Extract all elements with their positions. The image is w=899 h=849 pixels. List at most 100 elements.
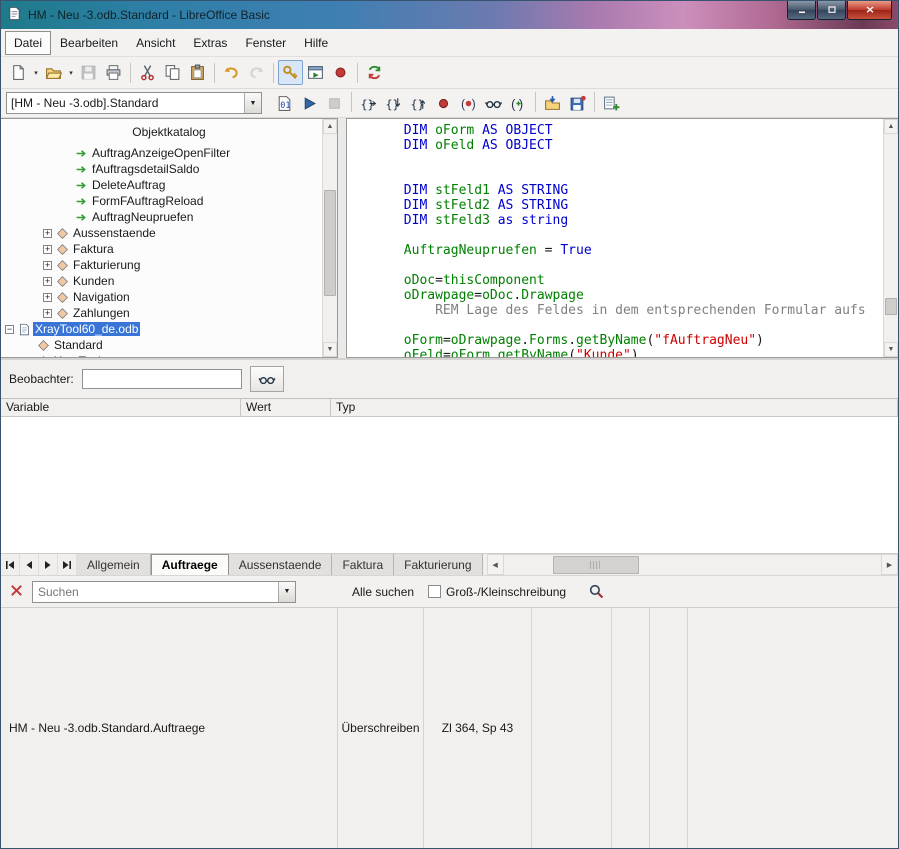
panel-splitter[interactable] bbox=[338, 118, 346, 358]
code-line[interactable]: DIM stFeld2 AS STRING bbox=[349, 198, 883, 213]
tree-label[interactable]: Faktura bbox=[71, 242, 116, 256]
tree-label[interactable]: XrayTool bbox=[52, 354, 103, 357]
column-header-wert[interactable]: Wert bbox=[241, 399, 331, 416]
tab-auftraege[interactable]: Auftraege bbox=[151, 554, 229, 575]
open-icon[interactable] bbox=[41, 60, 66, 85]
find-parentheses-icon[interactable]: ( ) bbox=[506, 91, 531, 116]
undo-icon[interactable] bbox=[219, 60, 244, 85]
search-input[interactable]: Suchen ▼ bbox=[32, 581, 296, 603]
library-selector[interactable]: [HM - Neu -3.odb].Standard ▼ bbox=[6, 92, 262, 114]
expand-icon[interactable]: + bbox=[43, 277, 52, 286]
import-source-icon[interactable] bbox=[540, 91, 565, 116]
watch-icon[interactable] bbox=[481, 91, 506, 116]
scroll-track[interactable] bbox=[323, 134, 337, 342]
menu-hilfe[interactable]: Hilfe bbox=[295, 31, 337, 55]
scroll-down-icon[interactable]: ▼ bbox=[323, 342, 337, 357]
dropdown-arrow-icon[interactable]: ▼ bbox=[278, 582, 295, 602]
code-line[interactable]: DIM oForm AS OBJECT bbox=[349, 123, 883, 138]
tree-item-FormFAuftragReload[interactable]: FormFAuftragReload bbox=[3, 193, 321, 209]
tab-aussenstaende[interactable]: Aussenstaende bbox=[229, 554, 333, 575]
tree-item-Faktura[interactable]: + Faktura bbox=[3, 241, 321, 257]
code-line[interactable]: oForm=oDrawpage.Forms.getByName("fAuftra… bbox=[349, 333, 883, 348]
stop-icon[interactable] bbox=[322, 91, 347, 116]
save-icon[interactable] bbox=[76, 60, 101, 85]
expand-icon[interactable]: + bbox=[43, 261, 52, 270]
code-line[interactable] bbox=[349, 318, 883, 333]
reload-icon[interactable] bbox=[362, 60, 387, 85]
scroll-track[interactable] bbox=[504, 554, 881, 575]
menu-extras[interactable]: Extras bbox=[184, 31, 236, 55]
scroll-thumb[interactable] bbox=[553, 556, 640, 574]
tree-item-Navigation[interactable]: +Navigation bbox=[3, 289, 321, 305]
find-replace-icon[interactable] bbox=[588, 583, 605, 600]
dropdown-arrow-icon[interactable]: ▾ bbox=[31, 69, 41, 77]
tree-item-Aussenstaende[interactable]: +Aussenstaende bbox=[3, 225, 321, 241]
redo-icon[interactable] bbox=[244, 60, 269, 85]
collapse-icon[interactable]: − bbox=[5, 325, 14, 334]
tree-item-AuftragAnzeigeOpenFilter[interactable]: AuftragAnzeigeOpenFilter bbox=[3, 145, 321, 161]
next-tab-button[interactable] bbox=[39, 554, 58, 575]
tab-faktura[interactable]: Faktura bbox=[332, 554, 394, 575]
single-step-icon[interactable]: {} bbox=[381, 91, 406, 116]
editor-scrollbar[interactable]: ▲ ▼ bbox=[883, 119, 898, 357]
tree-label[interactable]: FormFAuftragReload bbox=[90, 194, 205, 208]
code-line[interactable]: oFeld=oForm.getByName("Kunde") bbox=[349, 348, 883, 357]
insert-module-icon[interactable] bbox=[599, 91, 624, 116]
tree-label[interactable]: Zahlungen bbox=[71, 306, 132, 320]
dropdown-arrow-icon[interactable]: ▾ bbox=[66, 69, 76, 77]
scroll-up-icon[interactable]: ▲ bbox=[323, 119, 337, 134]
tree-item-Zahlungen[interactable]: + Zahlungen bbox=[3, 305, 321, 321]
collapse-icon[interactable]: − bbox=[24, 357, 33, 358]
record-macro-icon[interactable] bbox=[328, 60, 353, 85]
tree-label[interactable]: Kunden bbox=[71, 274, 116, 288]
manage-breakpoints-icon[interactable]: () bbox=[456, 91, 481, 116]
watch-input[interactable] bbox=[82, 369, 242, 389]
tree-label[interactable]: fAuftragsdetailSaldo bbox=[90, 162, 201, 176]
scroll-up-icon[interactable]: ▲ bbox=[884, 119, 898, 134]
code-line[interactable] bbox=[349, 258, 883, 273]
first-tab-button[interactable] bbox=[1, 554, 20, 575]
tree-label[interactable]: Fakturierung bbox=[71, 258, 142, 272]
maximize-button[interactable] bbox=[817, 1, 846, 20]
tree-item-fAuftragsdetailSaldo[interactable]: fAuftragsdetailSaldo bbox=[3, 161, 321, 177]
run-dialog-icon[interactable] bbox=[303, 60, 328, 85]
menu-bearbeiten[interactable]: Bearbeiten bbox=[51, 31, 127, 55]
tree-label[interactable]: Aussenstaende bbox=[71, 226, 158, 240]
code-line[interactable]: REM Lage des Feldes in dem entsprechende… bbox=[349, 303, 883, 318]
catalog-scrollbar[interactable]: ▲ ▼ bbox=[322, 119, 337, 357]
minimize-button[interactable] bbox=[787, 1, 816, 20]
code-area[interactable]: DIM oForm AS OBJECT DIM oFeld AS OBJECT … bbox=[347, 119, 883, 357]
expand-icon[interactable]: + bbox=[43, 293, 52, 302]
scroll-down-icon[interactable]: ▼ bbox=[884, 342, 898, 357]
run-icon[interactable] bbox=[297, 91, 322, 116]
dropdown-arrow-icon[interactable]: ▼ bbox=[244, 93, 261, 113]
code-line[interactable]: AuftragNeupruefen = True bbox=[349, 243, 883, 258]
tree-item-AuftragNeupruefen[interactable]: AuftragNeupruefen bbox=[3, 209, 321, 225]
expand-icon[interactable]: + bbox=[43, 309, 52, 318]
step-out-icon[interactable]: {} bbox=[406, 91, 431, 116]
code-line[interactable]: oDoc=thisComponent bbox=[349, 273, 883, 288]
horizontal-scrollbar[interactable]: ◀ ▶ bbox=[487, 554, 898, 575]
copy-icon[interactable] bbox=[160, 60, 185, 85]
scroll-left-icon[interactable]: ◀ bbox=[487, 554, 504, 575]
cut-icon[interactable] bbox=[135, 60, 160, 85]
scroll-thumb[interactable] bbox=[324, 190, 336, 296]
find-all-button[interactable]: Alle suchen bbox=[346, 581, 420, 603]
last-tab-button[interactable] bbox=[58, 554, 77, 575]
tree-label[interactable]: Standard bbox=[52, 338, 105, 352]
scroll-track[interactable] bbox=[884, 134, 898, 342]
menu-fenster[interactable]: Fenster bbox=[236, 31, 295, 55]
scroll-right-icon[interactable]: ▶ bbox=[881, 554, 898, 575]
watch-table-body[interactable] bbox=[1, 417, 898, 553]
match-case-label[interactable]: Groß-/Kleinschreibung bbox=[446, 585, 566, 599]
tree-item-XrayTool60_de.odb[interactable]: −XrayTool60_de.odb bbox=[3, 321, 321, 337]
save-source-icon[interactable] bbox=[565, 91, 590, 116]
menu-ansicht[interactable]: Ansicht bbox=[127, 31, 184, 55]
tree-item-DeleteAuftrag[interactable]: DeleteAuftrag bbox=[3, 177, 321, 193]
code-line[interactable] bbox=[349, 228, 883, 243]
close-button[interactable] bbox=[847, 1, 892, 20]
expand-icon[interactable]: + bbox=[43, 245, 52, 254]
code-line[interactable]: DIM oFeld AS OBJECT bbox=[349, 138, 883, 153]
key-icon[interactable] bbox=[278, 60, 303, 85]
code-line[interactable] bbox=[349, 168, 883, 183]
